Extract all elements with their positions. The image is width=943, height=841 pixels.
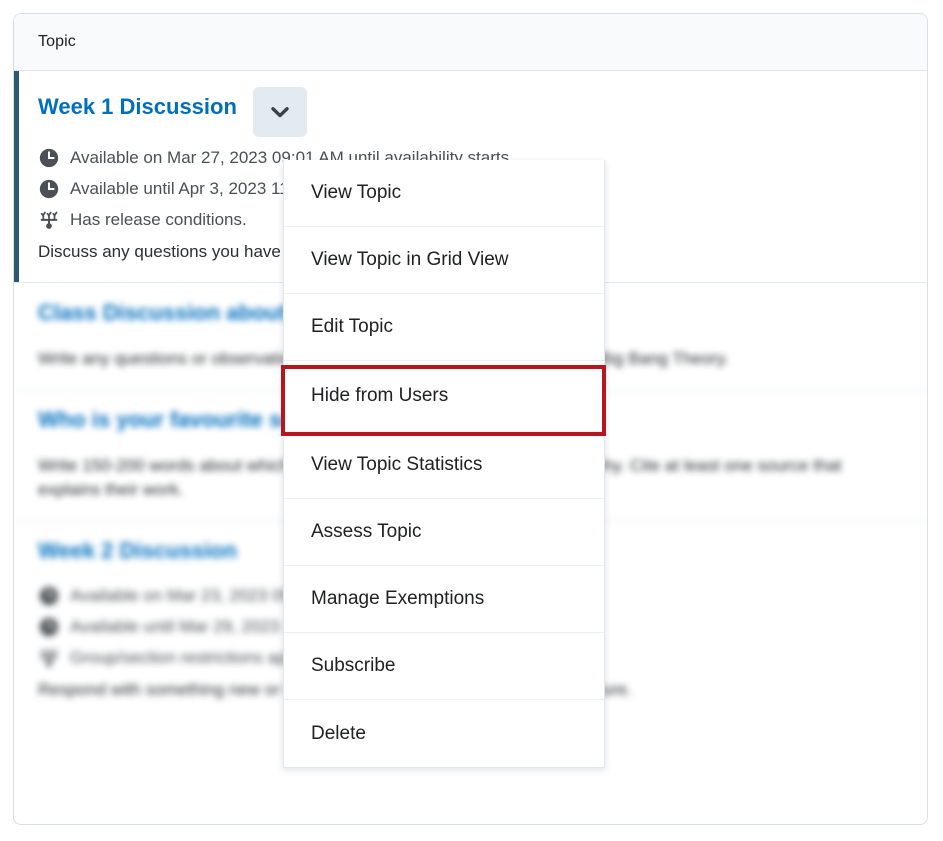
topics-table-header: Topic xyxy=(14,14,927,71)
menu-item-edit-topic[interactable]: Edit Topic xyxy=(284,294,604,361)
menu-item-hide-from-users[interactable]: Hide from Users xyxy=(284,361,604,432)
clock-icon xyxy=(38,147,60,169)
menu-item-view-topic-statistics[interactable]: View Topic Statistics xyxy=(284,432,604,499)
clock-icon xyxy=(38,178,60,200)
clock-icon xyxy=(38,585,60,607)
topic-title-line: Week 1 Discussion xyxy=(38,87,903,137)
topic-actions-context-menu[interactable]: View Topic View Topic in Grid View Edit … xyxy=(283,160,605,768)
menu-item-view-topic-in-grid-view[interactable]: View Topic in Grid View xyxy=(284,227,604,294)
group-restrictions-text: Group/section restrictions apply. xyxy=(70,648,312,667)
menu-item-subscribe[interactable]: Subscribe xyxy=(284,633,604,700)
menu-item-delete[interactable]: Delete xyxy=(284,700,604,767)
topic-link-week-2[interactable]: Week 2 Discussion xyxy=(38,537,237,565)
release-conditions-icon xyxy=(38,209,60,231)
menu-item-view-topic[interactable]: View Topic xyxy=(284,160,604,227)
chevron-down-icon xyxy=(267,99,293,125)
clock-icon xyxy=(38,616,60,638)
release-conditions-text: Has release conditions. xyxy=(70,210,247,229)
menu-item-manage-exemptions[interactable]: Manage Exemptions xyxy=(284,566,604,633)
release-conditions-icon xyxy=(38,647,60,669)
menu-item-assess-topic[interactable]: Assess Topic xyxy=(284,499,604,566)
column-header-topic: Topic xyxy=(38,33,76,50)
topic-link-week-1[interactable]: Week 1 Discussion xyxy=(38,93,237,121)
topic-actions-dropdown-button[interactable] xyxy=(252,87,307,137)
